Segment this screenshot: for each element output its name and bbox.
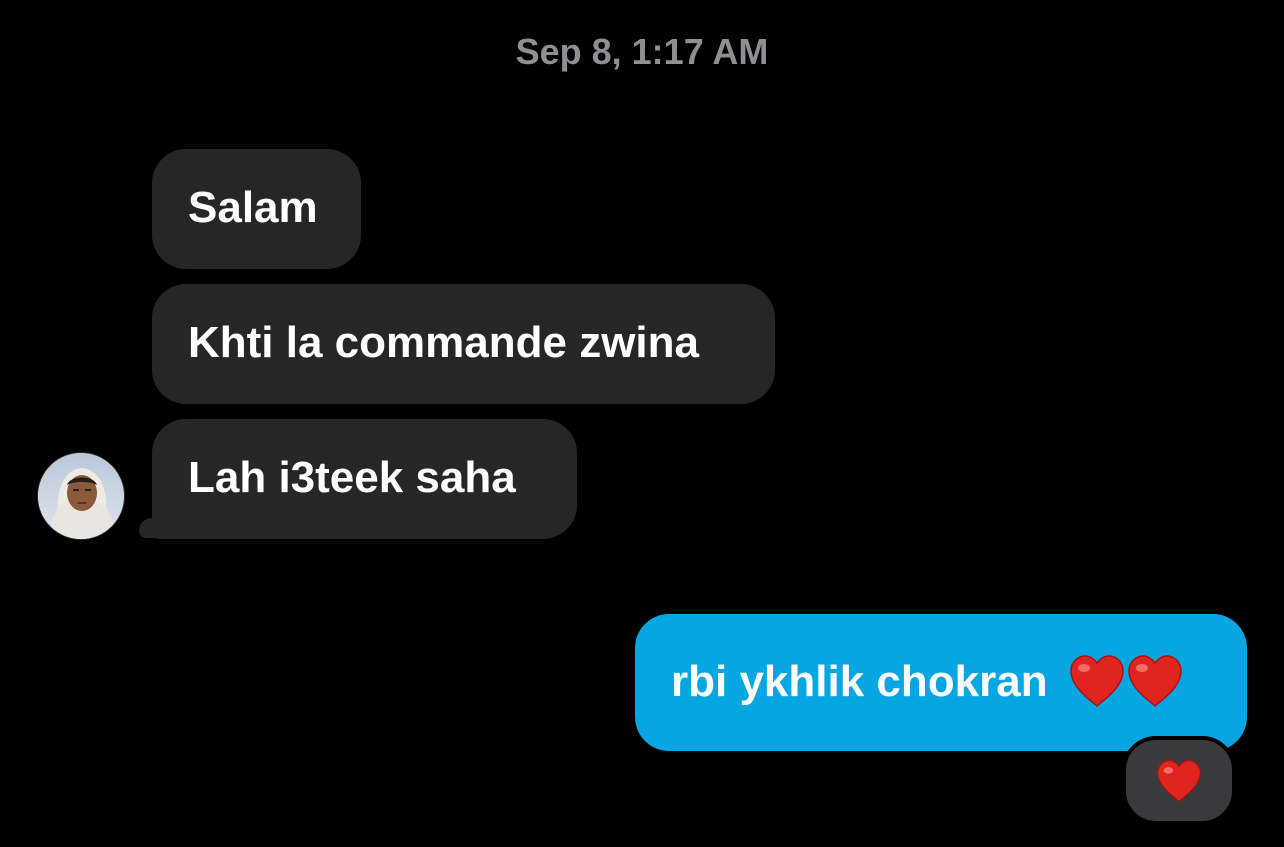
reaction-badge[interactable] (1122, 736, 1236, 825)
outgoing-message-bubble[interactable]: rbi ykhlik chokran (635, 614, 1247, 751)
incoming-message-bubble[interactable]: Lah i3teek saha (152, 419, 577, 539)
heart-icon (1070, 655, 1124, 708)
message-text: rbi ykhlik chokran (671, 657, 1048, 706)
message-text: Khti la commande zwina (188, 318, 699, 367)
message-timestamp: Sep 8, 1:17 AM (515, 31, 769, 72)
heart-emojis (1068, 653, 1184, 708)
message-text: Lah i3teek saha (188, 453, 516, 502)
message-text: Salam (188, 183, 318, 232)
heart-icon (1128, 655, 1182, 708)
avatar-photo (38, 453, 124, 539)
contact-avatar[interactable] (37, 452, 125, 540)
incoming-message-bubble[interactable]: Khti la commande zwina (152, 284, 775, 404)
incoming-message-bubble[interactable]: Salam (152, 149, 361, 269)
heart-icon (1157, 759, 1201, 802)
